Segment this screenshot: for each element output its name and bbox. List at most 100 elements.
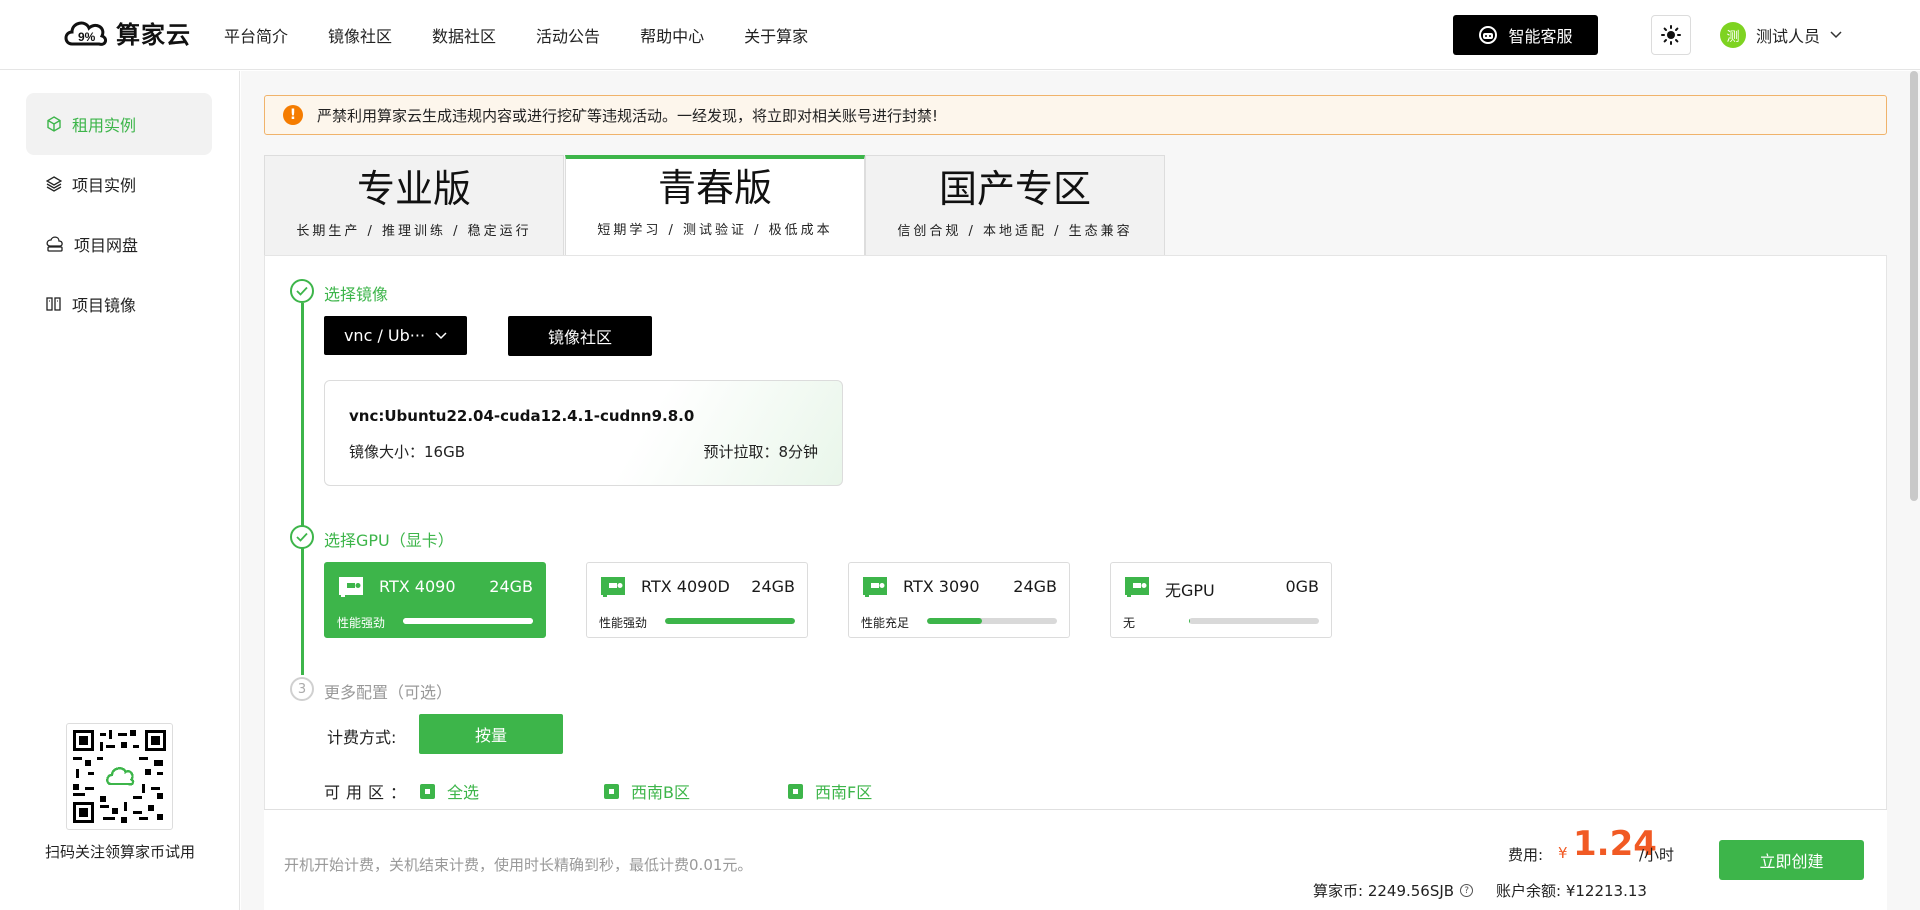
checkbox-checked-icon [788, 783, 803, 799]
gpu-performance-fill [403, 618, 533, 624]
image-stack-icon [46, 297, 61, 311]
gpu-name: RTX 4090 [379, 577, 456, 596]
image-name: vnc:Ubuntu22.04-cuda12.4.1-cudnn9.8.0 [349, 407, 695, 425]
tab-title: 青春版 [657, 166, 772, 210]
sidebar-item-label: 项目实例 [72, 176, 137, 195]
headset-icon [1479, 26, 1498, 44]
checkbox-checked-icon [604, 783, 619, 799]
step-number-badge: 3 [290, 677, 314, 701]
sidebar: 租用实例 项目实例 项目网盘 项目镜像 扫码关注领算家币试用 [0, 71, 240, 910]
avatar: 测 [1720, 22, 1746, 48]
zone-option-southwest-f[interactable]: 西南F区 [788, 779, 872, 803]
create-now-button[interactable]: 立即创建 [1719, 840, 1864, 880]
step-check-icon [290, 279, 314, 303]
qr-code [66, 723, 173, 830]
gpu-card-rtx4090[interactable]: RTX 4090 24GB 性能强劲 [324, 562, 546, 638]
cube-icon [47, 116, 61, 132]
image-select-dropdown[interactable]: vnc / Ub··· [324, 316, 467, 355]
top-header: 9% 算家云 平台简介 镜像社区 数据社区 活动公告 帮助中心 关于算家 智能客… [0, 0, 1920, 70]
nav-item-data-community[interactable]: 数据社区 [432, 23, 496, 47]
nav-item-platform[interactable]: 平台简介 [224, 23, 288, 47]
gpu-card-rtx3090[interactable]: RTX 3090 24GB 性能充足 [848, 562, 1070, 638]
logo[interactable]: 9% 算家云 [62, 14, 191, 50]
sidebar-item-project-disk[interactable]: 项目网盘 [26, 213, 212, 275]
gpu-memory: 24GB [1013, 577, 1057, 596]
gpu-performance-bar [1189, 618, 1319, 624]
image-info-card: vnc:Ubuntu22.04-cuda12.4.1-cudnn9.8.0 镜像… [324, 380, 843, 486]
zone-option-label: 全选 [447, 783, 480, 802]
billing-option-pay-as-you-go[interactable]: 按量 [419, 714, 563, 754]
tab-professional[interactable]: 专业版 长期生产 / 推理训练 / 稳定运行 [264, 155, 564, 255]
nav-item-image-community[interactable]: 镜像社区 [328, 23, 392, 47]
gpu-memory: 24GB [751, 577, 795, 596]
gpu-card-rtx4090d[interactable]: RTX 4090D 24GB 性能强劲 [586, 562, 808, 638]
gpu-performance-bar [927, 618, 1057, 624]
help-icon[interactable]: ? [1460, 884, 1474, 897]
main-nav: 平台简介 镜像社区 数据社区 活动公告 帮助中心 关于算家 [224, 0, 848, 70]
step-check-icon [290, 525, 314, 549]
gpu-performance: 性能强劲 [599, 616, 648, 630]
fee-label: 费用: [1508, 846, 1544, 864]
nav-item-about[interactable]: 关于算家 [744, 23, 808, 47]
user-name: 测试人员 [1756, 27, 1821, 46]
step-label-image: 选择镜像 [324, 285, 389, 304]
theme-toggle-button[interactable] [1651, 15, 1691, 55]
zone-label: 可用区： [324, 783, 413, 802]
tab-youth[interactable]: 青春版 短期学习 / 测试验证 / 极低成本 [565, 155, 865, 255]
warning-text: 严禁利用算家云生成违规内容或进行挖矿等违规活动。一经发现，将立即对相关账号进行封… [317, 106, 939, 125]
step-connector [301, 303, 304, 534]
gpu-performance-bar [665, 618, 795, 624]
gpu-memory: 24GB [489, 577, 533, 596]
brand-name: 算家云 [116, 20, 191, 49]
zone-option-label: 西南F区 [815, 783, 873, 802]
cloud-disk-icon [46, 236, 63, 252]
gpu-performance-fill [1189, 618, 1191, 624]
gpu-performance: 无 [1123, 616, 1136, 630]
billing-note: 开机开始计费，关机结束计费，使用时长精确到秒，最低计费0.01元。 [284, 856, 753, 874]
qr-code-icon [73, 730, 166, 823]
tab-title: 国产专区 [938, 167, 1091, 211]
image-community-button[interactable]: 镜像社区 [508, 316, 652, 356]
gpu-card-no-gpu[interactable]: 无GPU 0GB 无 [1110, 562, 1332, 638]
zone-option-all[interactable]: 全选 [420, 779, 479, 803]
sidebar-item-label: 项目网盘 [74, 236, 139, 255]
image-size: 镜像大小：16GB [349, 443, 466, 461]
gpu-performance: 性能强劲 [337, 616, 386, 630]
user-menu[interactable]: 测 测试人员 [1720, 22, 1842, 48]
gpu-icon [601, 577, 625, 597]
gpu-performance-bar [403, 618, 533, 624]
sidebar-item-rent-instance[interactable]: 租用实例 [26, 93, 212, 155]
layers-icon [46, 176, 62, 192]
warning-icon: ! [283, 105, 303, 125]
sidebar-item-project-image[interactable]: 项目镜像 [26, 273, 212, 335]
checkbox-checked-icon [420, 783, 435, 799]
gpu-performance: 性能充足 [861, 616, 910, 630]
nav-item-help[interactable]: 帮助中心 [640, 23, 704, 47]
page-scrollbar[interactable] [1910, 71, 1918, 501]
chevron-down-icon [435, 331, 447, 339]
step-label-more: 更多配置（可选） [324, 683, 453, 702]
tab-domestic[interactable]: 国产专区 信创合规 / 本地适配 / 生态兼容 [865, 155, 1165, 255]
gpu-memory: 0GB [1285, 577, 1319, 596]
step-label-gpu: 选择GPU（显卡） [324, 531, 454, 550]
svg-text:9%: 9% [78, 30, 96, 44]
order-footer: 开机开始计费，关机结束计费，使用时长精确到秒，最低计费0.01元。 费用: ¥ … [264, 809, 1887, 910]
zone-option-label: 西南B区 [631, 783, 690, 802]
fee-unit: /小时 [1639, 846, 1675, 864]
gpu-performance-fill [927, 618, 982, 624]
tab-subtitle: 信创合规 / 本地适配 / 生态兼容 [897, 224, 1133, 239]
billing-method-label: 计费方式: [327, 728, 397, 747]
coin-balance-text: 算家币: 2249.56SJB [1313, 882, 1455, 900]
tab-title: 专业版 [356, 167, 471, 211]
coin-balance: 算家币: 2249.56SJB ? [1313, 880, 1474, 901]
zone-option-southwest-b[interactable]: 西南B区 [604, 779, 690, 803]
gpu-icon [339, 577, 363, 597]
smart-service-button[interactable]: 智能客服 [1453, 15, 1598, 55]
tab-subtitle: 短期学习 / 测试验证 / 极低成本 [597, 223, 833, 238]
sidebar-item-project-instance[interactable]: 项目实例 [26, 153, 212, 215]
gpu-performance-fill [665, 618, 795, 624]
nav-item-announcements[interactable]: 活动公告 [536, 23, 600, 47]
logo-mark-icon: 9% [64, 21, 108, 46]
gpu-name: 无GPU [1165, 581, 1215, 600]
image-pull-time: 预计拉取：8分钟 [703, 443, 818, 461]
